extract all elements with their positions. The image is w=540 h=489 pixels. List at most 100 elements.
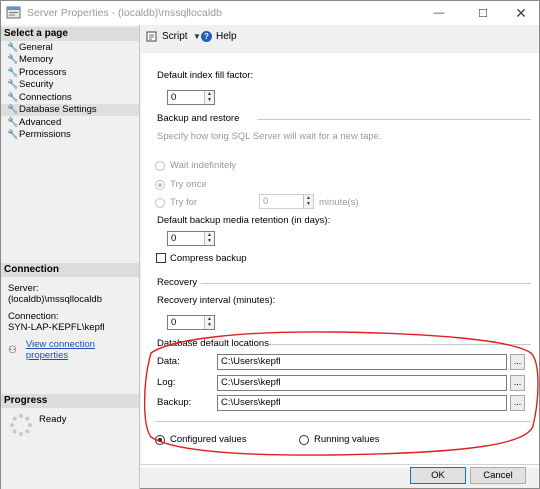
spinner-arrows-icon[interactable]: ▲ ▼ (204, 316, 214, 329)
wrench-icon: 🔧 (7, 116, 19, 127)
server-properties-window: Server Properties - (localdb)\mssqllocal… (0, 0, 540, 489)
server-value: (localdb)\mssqllocaldb (8, 294, 102, 305)
page-item-label: Connections (19, 91, 72, 103)
script-label: Script (162, 31, 188, 42)
wait-indefinitely-radio[interactable] (155, 161, 165, 171)
view-connection-properties-link[interactable]: ⚇ View connection properties (8, 339, 139, 361)
configured-values-label: Configured values (170, 434, 247, 445)
page-item-permissions[interactable]: 🔧 Permissions (1, 129, 139, 142)
cancel-button[interactable]: Cancel (470, 467, 526, 484)
data-browse-button[interactable]: ... (510, 354, 525, 370)
backup-wait-hint: Specify how long SQL Server will wait fo… (157, 131, 382, 142)
page-item-connections[interactable]: 🔧 Connections (1, 91, 139, 104)
spinner-arrows-icon[interactable]: ▲ ▼ (204, 91, 214, 104)
fill-factor-value: 0 (171, 92, 177, 103)
toolbar: Script ▼ ? Help (141, 25, 539, 49)
wrench-icon: 🔧 (7, 129, 19, 140)
maximize-button[interactable]: ☐ (463, 1, 503, 25)
log-browse-button[interactable]: ... (510, 375, 525, 391)
page-item-general[interactable]: 🔧 General (1, 41, 139, 54)
window-title: Server Properties - (localdb)\mssqllocal… (27, 7, 222, 19)
compress-backup-checkbox[interactable] (156, 253, 166, 263)
group-divider (269, 344, 531, 345)
fill-factor-label: Default index fill factor: (157, 70, 254, 81)
spinner-arrows-icon[interactable]: ▲ ▼ (303, 195, 313, 208)
data-location-input[interactable]: C:\Users\kepfl (217, 354, 507, 370)
recovery-interval-label: Recovery interval (minutes): (157, 295, 276, 306)
page-item-memory[interactable]: 🔧 Memory (1, 54, 139, 67)
script-button[interactable]: Script (146, 31, 188, 42)
try-for-label: Try for (170, 197, 198, 208)
server-label: Server: (8, 283, 39, 294)
page-item-advanced[interactable]: 🔧 Advanced (1, 116, 139, 129)
minutes-label: minute(s) (319, 197, 359, 208)
backup-location-label: Backup: (157, 397, 192, 408)
connection-header: Connection (1, 263, 139, 277)
backup-restore-group-label: Backup and restore (157, 113, 240, 124)
page-item-label: Permissions (19, 129, 71, 141)
retention-value: 0 (171, 233, 177, 244)
db-locations-group-label: Database default locations (157, 338, 269, 349)
script-dropdown-icon[interactable]: ▼ (193, 32, 201, 41)
page-list: 🔧 General 🔧 Memory 🔧 Processors 🔧 Security 🔧… (1, 41, 139, 141)
page-item-label: Security (19, 79, 54, 91)
help-icon: ? (201, 31, 212, 42)
log-location-label: Log: (157, 377, 176, 388)
group-divider (257, 119, 531, 120)
try-once-radio[interactable] (155, 180, 165, 190)
left-panel: Select a page 🔧 General 🔧 Memory 🔧 Processo… (1, 25, 140, 489)
wrench-icon: 🔧 (7, 54, 19, 65)
try-once-label: Try once (170, 179, 207, 190)
footer-divider (141, 464, 539, 465)
wrench-icon: 🔧 (7, 79, 19, 90)
group-divider (201, 283, 531, 284)
page-item-label: Database Settings (19, 104, 97, 116)
wrench-icon: 🔧 (7, 41, 19, 52)
backup-browse-button[interactable]: ... (510, 395, 525, 411)
log-location-input[interactable]: C:\Users\kepfl (217, 375, 507, 391)
recovery-interval-spinner[interactable]: 0 ▲ ▼ (167, 315, 215, 330)
try-for-spinner[interactable]: 0 ▲ ▼ (259, 194, 314, 209)
try-for-radio[interactable] (155, 198, 165, 208)
close-button[interactable]: ✕ (501, 1, 540, 25)
page-item-security[interactable]: 🔧 Security (1, 79, 139, 92)
right-panel: Script ▼ ? Help Default index fill facto… (141, 25, 539, 468)
recovery-group-label: Recovery (157, 277, 198, 288)
spinner-arrows-icon[interactable]: ▲ ▼ (204, 232, 214, 245)
wrench-icon: 🔧 (7, 66, 19, 77)
script-icon (146, 31, 157, 42)
minimize-button[interactable]: — (419, 1, 459, 25)
running-values-label: Running values (314, 434, 380, 445)
options-divider (155, 421, 531, 422)
ok-button[interactable]: OK (410, 467, 466, 484)
backup-location-input[interactable]: C:\Users\kepfl (217, 395, 507, 411)
server-properties-icon (6, 6, 21, 19)
running-values-radio[interactable] (299, 435, 309, 445)
connection-label: Connection: (8, 311, 59, 322)
select-page-header: Select a page (1, 27, 139, 41)
recovery-interval-value: 0 (171, 317, 177, 328)
help-button[interactable]: ? Help (201, 31, 237, 42)
view-connection-properties-label: View connection properties (25, 339, 95, 361)
help-label: Help (216, 31, 237, 42)
wrench-icon: 🔧 (7, 104, 19, 115)
wait-indefinitely-label: Wait indefinitely (170, 160, 237, 171)
connection-value: SYN-LAP-KEPFL\kepfl (8, 322, 105, 333)
page-item-label: Advanced (19, 116, 62, 128)
title-bar: Server Properties - (localdb)\mssqllocal… (1, 1, 539, 25)
try-for-value: 0 (263, 196, 269, 207)
connection-properties-icon: ⚇ (8, 344, 17, 356)
settings-content: Default index fill factor: 0 ▲ ▼ Backup a… (141, 53, 539, 468)
fill-factor-spinner[interactable]: 0 ▲ ▼ (167, 90, 215, 105)
configured-values-radio[interactable] (155, 435, 165, 445)
page-item-processors[interactable]: 🔧 Processors (1, 66, 139, 79)
progress-header: Progress (1, 394, 139, 408)
data-location-label: Data: (157, 356, 180, 367)
compress-backup-label: Compress backup (170, 253, 247, 264)
progress-status: Ready (39, 414, 67, 425)
retention-spinner[interactable]: 0 ▲ ▼ (167, 231, 215, 246)
page-item-label: Memory (19, 54, 54, 66)
page-item-label: Processors (19, 66, 67, 78)
page-item-label: General (19, 41, 53, 53)
page-item-database-settings[interactable]: 🔧 Database Settings (1, 103, 139, 116)
